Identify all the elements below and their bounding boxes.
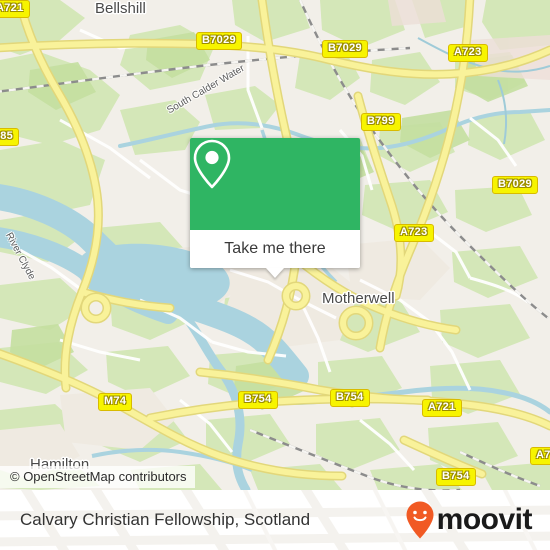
road-shield: B754: [238, 391, 278, 409]
map-canvas[interactable]: South Calder Water River Clyde Bellshill…: [0, 0, 550, 490]
map-attribution[interactable]: © OpenStreetMap contributors: [0, 466, 195, 488]
map-popup[interactable]: Take me there: [190, 138, 360, 278]
road-shield: B799: [361, 113, 401, 131]
footer-bar: Calvary Christian Fellowship, Scotland m…: [0, 490, 550, 550]
map-pin-icon: [193, 139, 231, 189]
take-me-there-button[interactable]: Take me there: [190, 230, 360, 268]
road-shield: B7029: [322, 40, 368, 58]
popup-image: [190, 138, 360, 230]
road-shield: B754: [436, 468, 476, 486]
road-shield: A721: [0, 0, 30, 18]
road-shield: B7029: [492, 176, 538, 194]
road-shield: B7029: [196, 32, 242, 50]
road-shield: A72: [530, 447, 550, 465]
location-title: Calvary Christian Fellowship, Scotland: [20, 510, 311, 529]
road-shield: B754: [330, 389, 370, 407]
moovit-logo[interactable]: moovit: [405, 500, 533, 540]
place-label-bellshill: Bellshill: [95, 0, 146, 17]
road-shield: A723: [448, 44, 488, 62]
road-shield: M74: [98, 393, 133, 411]
moovit-wordmark: moovit: [436, 503, 533, 536]
moovit-pin-icon: [406, 501, 434, 539]
map-screenshot: South Calder Water River Clyde Bellshill…: [0, 0, 550, 550]
road-shield: A721: [422, 399, 462, 417]
road-shield: A85: [0, 128, 20, 146]
road-shield: A723: [394, 224, 434, 242]
popup-tail: [266, 268, 284, 278]
place-label-motherwell: Motherwell: [322, 290, 395, 307]
